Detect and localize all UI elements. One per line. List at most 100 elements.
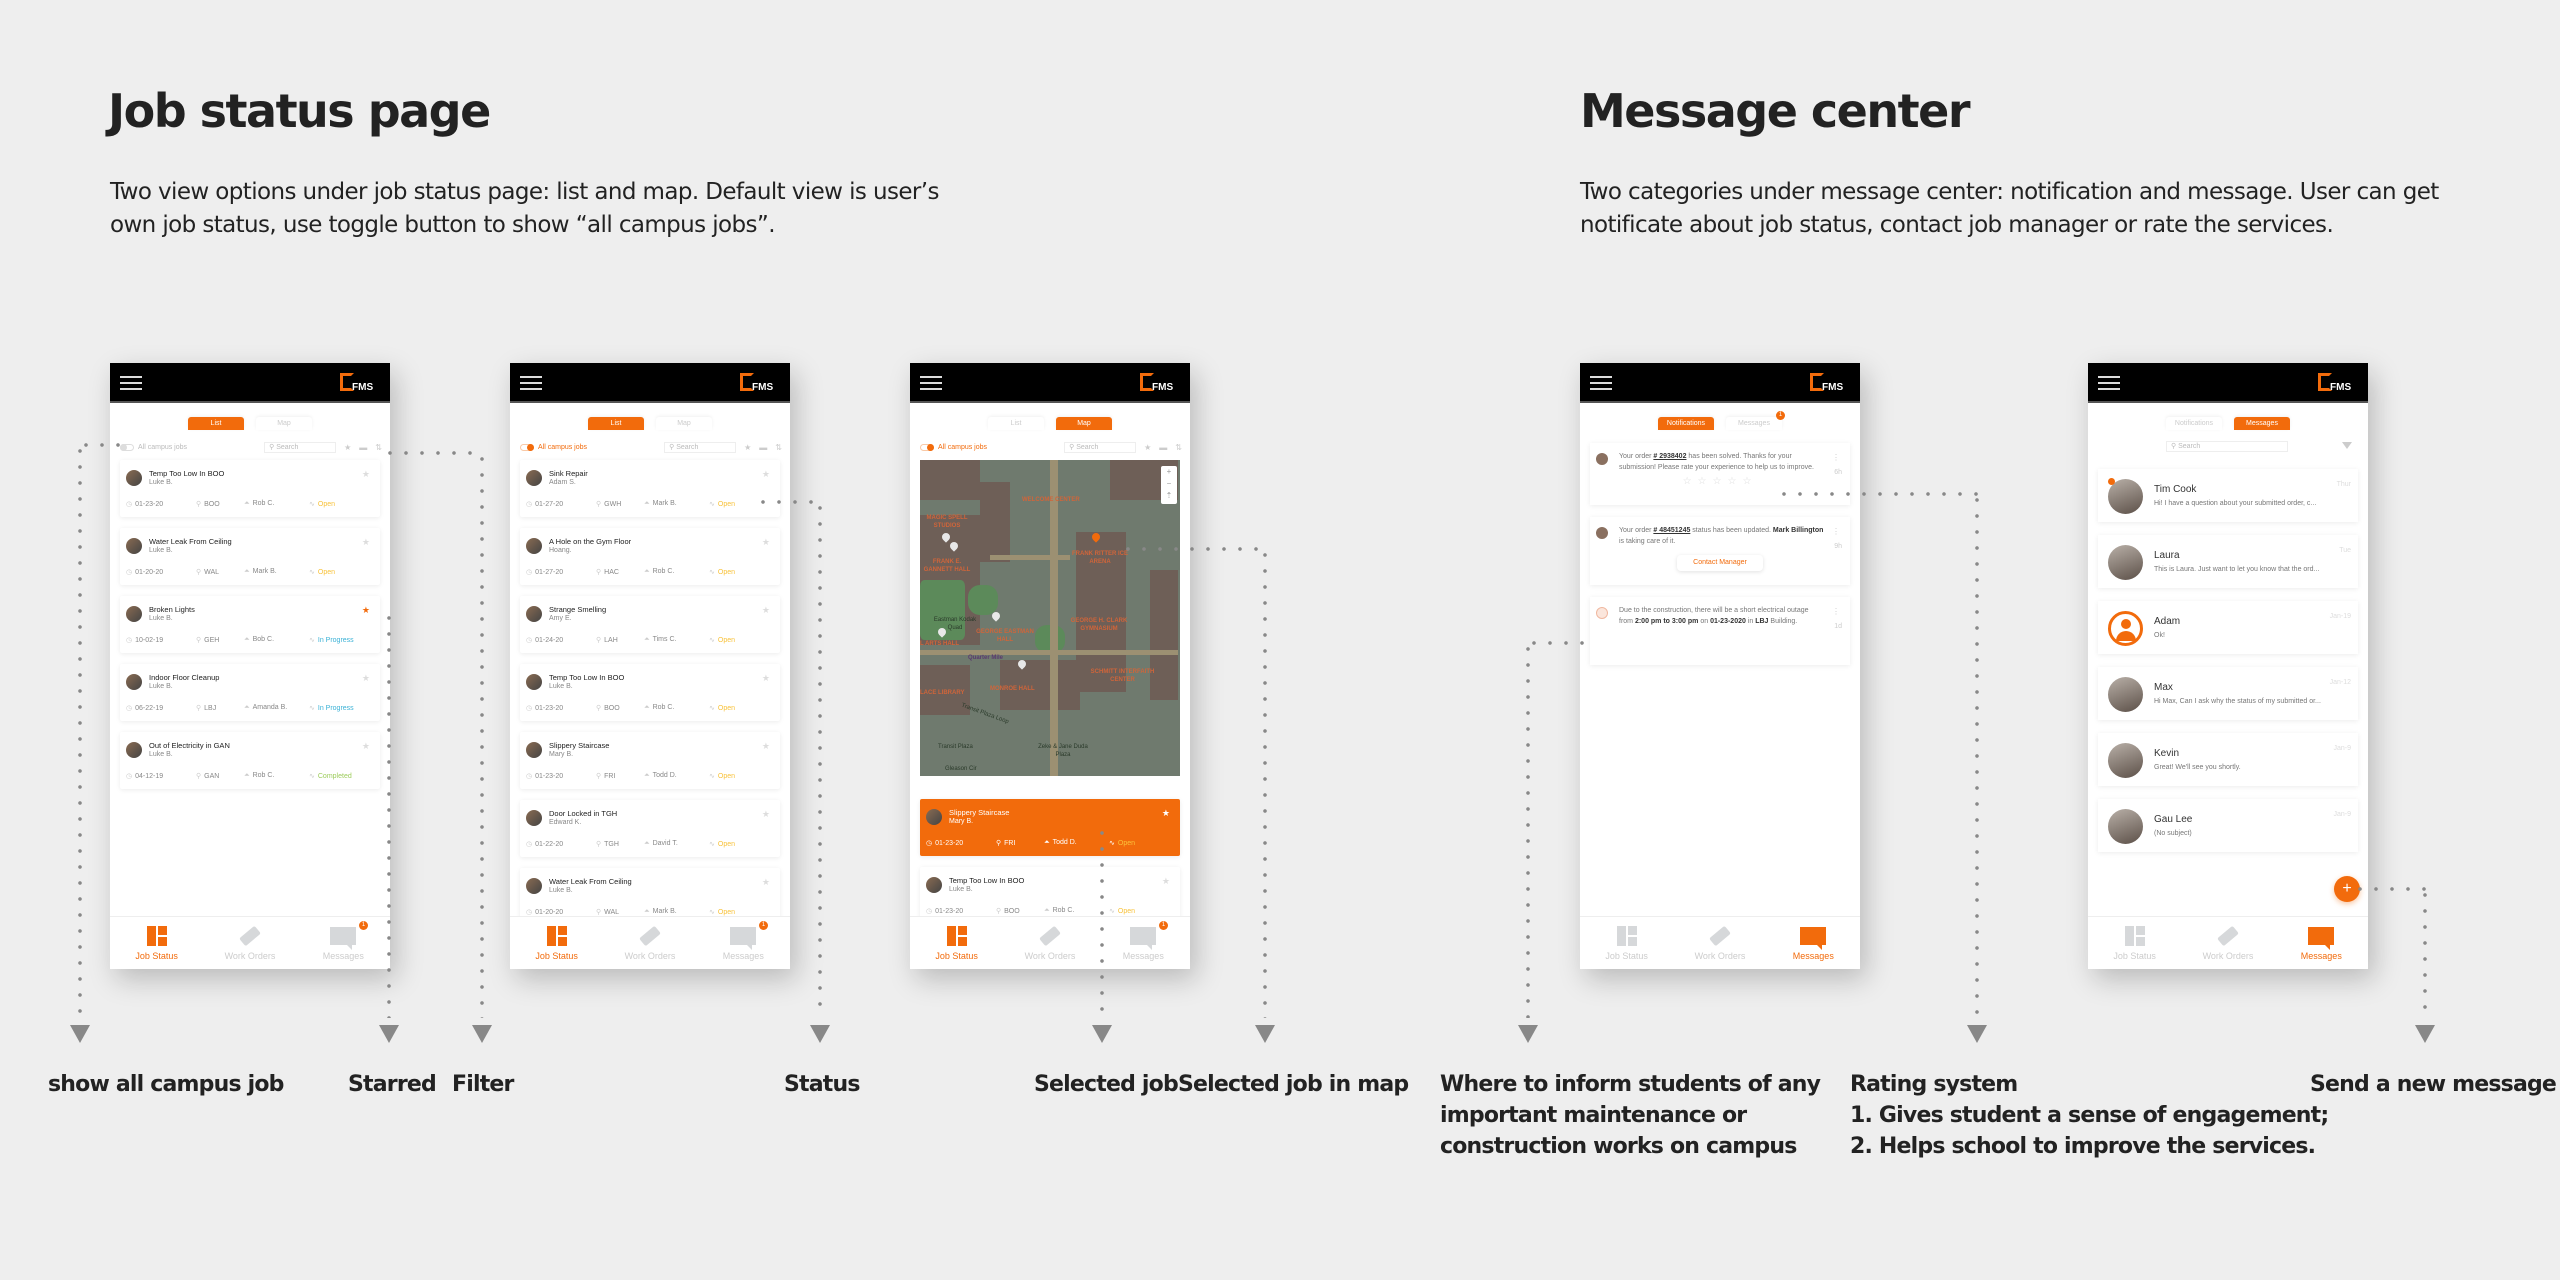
star-icon[interactable]: ★ bbox=[762, 809, 770, 820]
menu-icon[interactable] bbox=[120, 376, 142, 390]
job-card[interactable]: Water Leak From Ceiling Luke B. ★ ◷ 01-20-20… bbox=[120, 528, 380, 585]
star-icon[interactable]: ★ bbox=[762, 469, 770, 480]
message-item[interactable]: Tim Cook Hi! I have a question about your… bbox=[2098, 469, 2358, 522]
star-filter-icon[interactable]: ★ bbox=[744, 443, 751, 452]
nav-messages[interactable]: Messages bbox=[2275, 917, 2368, 969]
sort-icon[interactable]: ⇅ bbox=[375, 443, 382, 452]
nav-job-status[interactable]: Job Status bbox=[1580, 917, 1673, 969]
all-campus-toggle[interactable] bbox=[520, 443, 534, 451]
nav-messages[interactable]: Messages 1 bbox=[697, 917, 790, 969]
job-manager: Rob C. bbox=[652, 704, 675, 711]
tab-list[interactable]: List bbox=[588, 417, 644, 430]
message-item[interactable]: Adam Ok! Jan-19 bbox=[2098, 601, 2358, 654]
tab-map[interactable]: Map bbox=[1056, 417, 1112, 430]
search-input[interactable]: ⚲ Search bbox=[664, 441, 737, 453]
star-icon[interactable]: ★ bbox=[1162, 808, 1170, 819]
star-icon[interactable]: ★ bbox=[362, 605, 370, 616]
nav-work-orders[interactable]: Work Orders bbox=[1673, 917, 1766, 969]
job-card[interactable]: Door Locked in TGH Edward K. ★ ◷ 01-22-20 ⚲ TG… bbox=[520, 800, 780, 857]
job-card[interactable]: Broken Lights Luke B. ★ ◷ 10-02-19 ⚲ GEH ⏶ Bob C… bbox=[120, 596, 380, 653]
menu-icon[interactable] bbox=[1590, 376, 1612, 390]
star-rating[interactable]: ☆☆☆☆☆ bbox=[1590, 473, 1850, 494]
calendar-filter-icon[interactable]: ▬ bbox=[1159, 443, 1167, 452]
star-icon[interactable]: ★ bbox=[362, 469, 370, 480]
zoom-out-icon[interactable]: − bbox=[1161, 478, 1177, 490]
job-date: 01-23-20 bbox=[535, 773, 564, 780]
notification-item[interactable]: Your order # 48451245 status has been up… bbox=[1590, 517, 1850, 585]
compass-icon[interactable]: ⇡ bbox=[1161, 490, 1177, 502]
star-icon[interactable]: ★ bbox=[362, 673, 370, 684]
nav-job-status[interactable]: Job Status bbox=[910, 917, 1003, 969]
job-card[interactable]: Indoor Floor Cleanup Luke B. ★ ◷ 06-22-19 ⚲ LB… bbox=[120, 664, 380, 721]
star-icon[interactable]: ★ bbox=[762, 605, 770, 616]
search-input[interactable]: ⚲ Search bbox=[1064, 441, 1137, 453]
more-options-icon[interactable]: ⋮ bbox=[1832, 452, 1840, 463]
star-filter-icon[interactable]: ★ bbox=[344, 443, 351, 452]
campus-map[interactable]: WELCOME CENTER MAGIC SPELL STUDIOS FRANK… bbox=[920, 460, 1180, 776]
nav-work-orders[interactable]: Work Orders bbox=[203, 917, 296, 969]
job-thumbnail bbox=[526, 742, 542, 758]
message-item[interactable]: Laura This is Laura. Just want to let you… bbox=[2098, 535, 2358, 588]
menu-icon[interactable] bbox=[2098, 376, 2120, 390]
tab-map[interactable]: Map bbox=[256, 417, 312, 430]
map-label: Quarter Mile bbox=[968, 655, 1004, 661]
all-campus-toggle[interactable] bbox=[120, 443, 134, 451]
nav-job-status[interactable]: Job Status bbox=[510, 917, 603, 969]
star-icon[interactable]: ★ bbox=[362, 741, 370, 752]
order-link[interactable]: # 48451245 bbox=[1653, 527, 1690, 534]
star-icon[interactable]: ★ bbox=[762, 877, 770, 888]
menu-icon[interactable] bbox=[520, 376, 542, 390]
nav-messages[interactable]: Messages 1 bbox=[297, 917, 390, 969]
tab-notifications[interactable]: Notifications bbox=[1658, 417, 1714, 430]
nav-work-orders[interactable]: Work Orders bbox=[603, 917, 696, 969]
menu-icon[interactable] bbox=[920, 376, 942, 390]
job-card[interactable]: Temp Too Low In BOO Luke B. ★ ◷ 01-23-20 ⚲ BOO… bbox=[120, 460, 380, 517]
job-card[interactable]: Slippery Staircase Mary B. ★ ◷ 01-23-20 ⚲ FRI ⏶… bbox=[520, 732, 780, 789]
tab-list[interactable]: List bbox=[188, 417, 244, 430]
tab-messages[interactable]: Messages 1 bbox=[1726, 411, 1785, 430]
star-icon[interactable]: ★ bbox=[362, 537, 370, 548]
calendar-filter-icon[interactable]: ▬ bbox=[759, 443, 767, 452]
calendar-filter-icon[interactable]: ▬ bbox=[359, 443, 367, 452]
tab-list[interactable]: List bbox=[988, 417, 1044, 430]
tab-notifications[interactable]: Notifications bbox=[2166, 417, 2222, 430]
selected-job-card[interactable]: Slippery Staircase Mary B. ★ ◷ 01-23-20 ⚲ FRI ⏶… bbox=[920, 799, 1180, 856]
star-filter-icon[interactable]: ★ bbox=[1144, 443, 1151, 452]
tab-map[interactable]: Map bbox=[656, 417, 712, 430]
nav-job-status[interactable]: Job Status bbox=[110, 917, 203, 969]
job-card[interactable]: Strange Smelling Amy E. ★ ◷ 01-24-20 ⚲ LAH ⏶ Tim… bbox=[520, 596, 780, 653]
all-campus-toggle[interactable] bbox=[920, 443, 934, 451]
more-options-icon[interactable]: ⋮ bbox=[1832, 606, 1840, 617]
sort-icon[interactable]: ⇅ bbox=[775, 443, 782, 452]
search-input[interactable]: ⚲ Search bbox=[264, 441, 337, 453]
job-date: 06-22-19 bbox=[135, 705, 164, 712]
job-card[interactable]: Sink Repair Adam S. ★ ◷ 01-27-20 ⚲ GWH ⏶ Mark B.… bbox=[520, 460, 780, 517]
order-link[interactable]: # 2938402 bbox=[1653, 453, 1686, 460]
nav-work-orders[interactable]: Work Orders bbox=[2181, 917, 2274, 969]
job-card[interactable]: Temp Too Low In BOO Luke B. ★ ◷ 01-23-20 ⚲ BOO… bbox=[520, 664, 780, 721]
contact-manager-button[interactable]: Contact Manager bbox=[1677, 555, 1763, 571]
sort-icon[interactable]: ⇅ bbox=[1175, 443, 1182, 452]
notification-text: Your order # 2938402 has been solved. Th… bbox=[1619, 453, 1814, 471]
notification-item[interactable]: Due to the construction, there will be a… bbox=[1590, 597, 1850, 665]
more-options-icon[interactable]: ⋮ bbox=[1832, 526, 1840, 537]
star-icon[interactable]: ★ bbox=[1162, 876, 1170, 887]
nav-messages[interactable]: Messages 1 bbox=[1097, 917, 1190, 969]
star-icon[interactable]: ★ bbox=[762, 673, 770, 684]
list-toolbar: All campus jobs ⚲ Search ★ ▬ ⇅ bbox=[120, 440, 382, 454]
message-item[interactable]: Kevin Great! We'll see you shortly. Jan-9 bbox=[2098, 733, 2358, 786]
star-icon[interactable]: ★ bbox=[762, 537, 770, 548]
filter-icon[interactable] bbox=[2342, 442, 2352, 449]
zoom-in-icon[interactable]: + bbox=[1161, 466, 1177, 478]
nav-messages[interactable]: Messages bbox=[1767, 917, 1860, 969]
map-zoom-controls[interactable]: + − ⇡ bbox=[1161, 466, 1177, 504]
tab-messages[interactable]: Messages bbox=[2234, 417, 2290, 430]
job-card[interactable]: Out of Electricity in GAN Luke B. ★ ◷ 04-12-… bbox=[120, 732, 380, 789]
star-icon[interactable]: ★ bbox=[762, 741, 770, 752]
message-item[interactable]: Max Hi Max, Can I ask why the status of m… bbox=[2098, 667, 2358, 720]
nav-job-status[interactable]: Job Status bbox=[2088, 917, 2181, 969]
message-item[interactable]: Gau Lee (No subject) Jan-9 bbox=[2098, 799, 2358, 852]
nav-work-orders[interactable]: Work Orders bbox=[1003, 917, 1096, 969]
message-search-input[interactable]: ⚲ Search bbox=[2166, 441, 2288, 452]
job-card[interactable]: A Hole on the Gym Floor Hoang. ★ ◷ 01-27-20 ⚲… bbox=[520, 528, 780, 585]
